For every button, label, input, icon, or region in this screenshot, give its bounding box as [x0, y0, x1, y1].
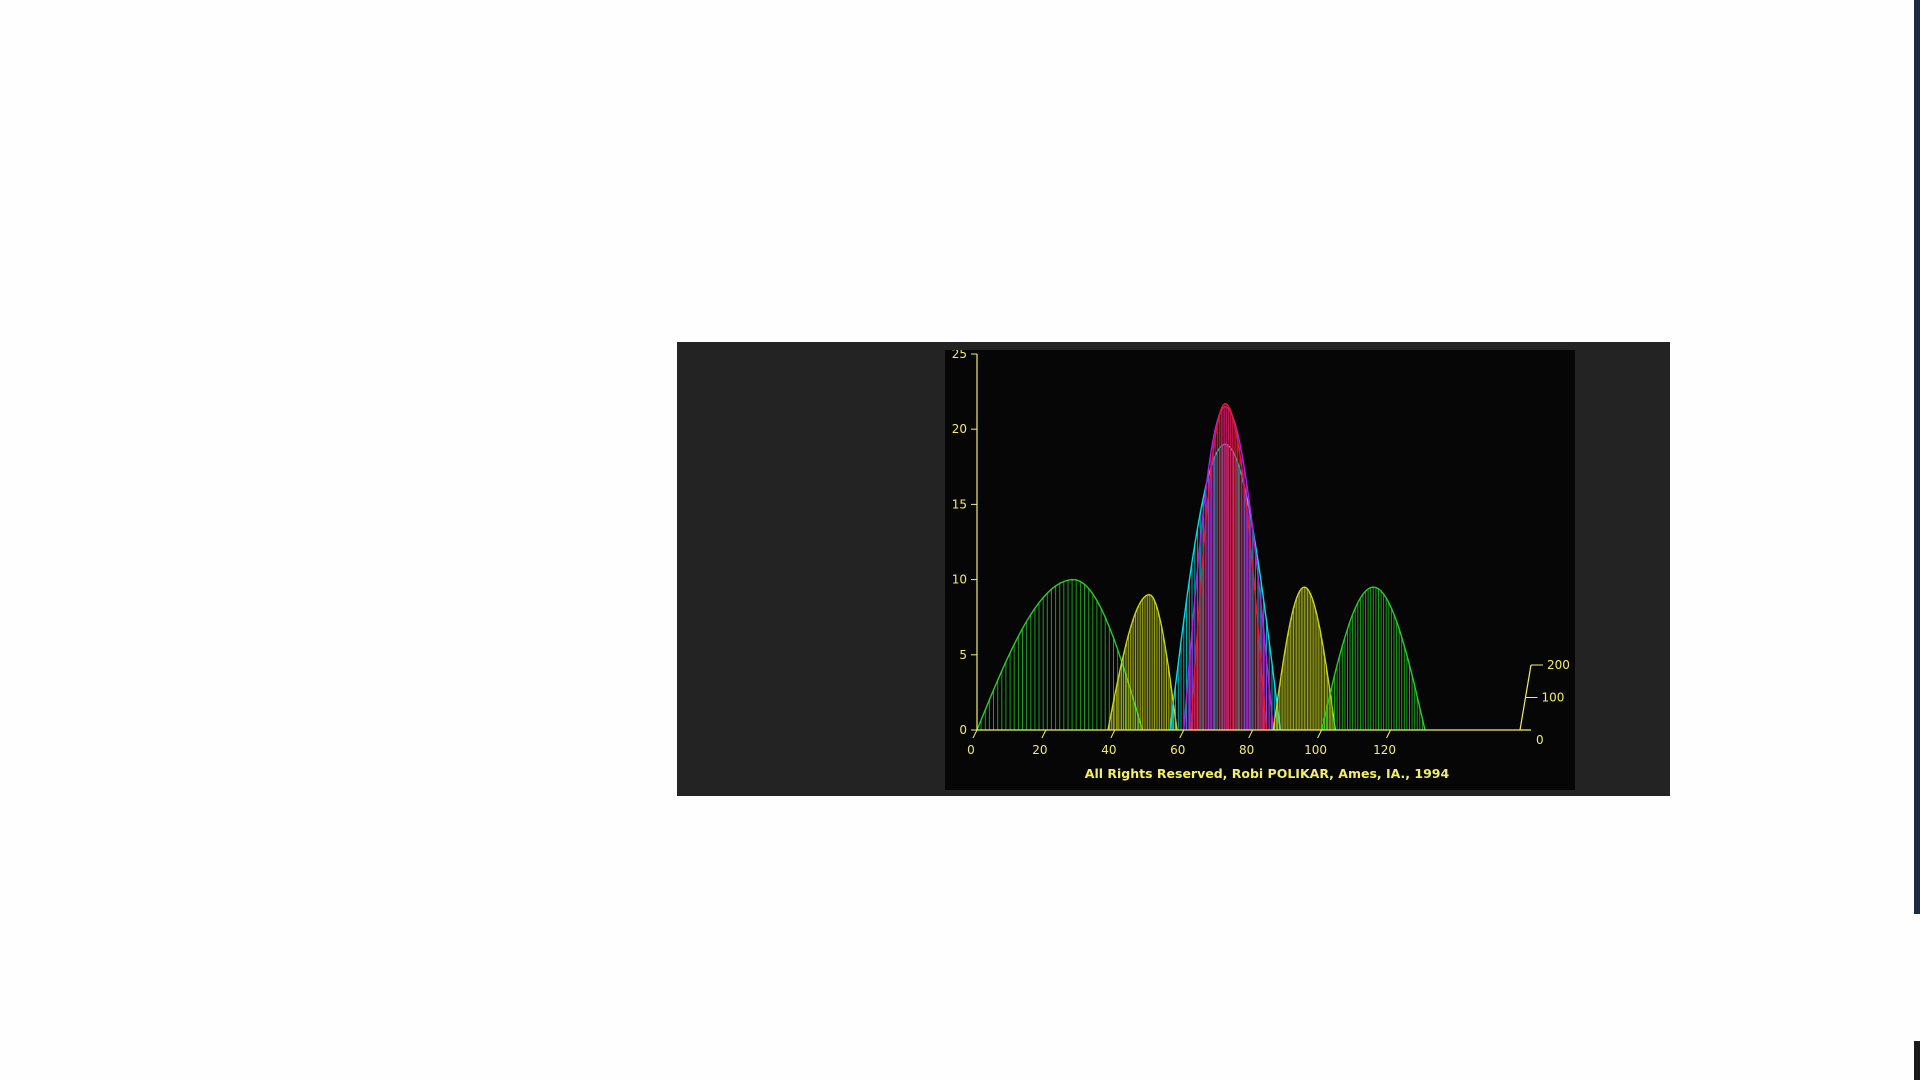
spectrum-plot-image: 0 5 10 15 20 25 0 20 40 60 80 100 120 0 100 200 All Rig… — [945, 350, 1575, 790]
x-tick-mark — [1041, 729, 1047, 739]
envelope-1 — [1107, 593, 1178, 731]
window-edge-bar — [1914, 0, 1920, 914]
z-tick-label: 200 — [1547, 658, 1570, 672]
z-tick-label: 100 — [1542, 691, 1565, 705]
x-tick-mark — [1110, 729, 1116, 739]
y-tick-label: 10 — [952, 573, 967, 587]
y-tick-label: 20 — [952, 422, 967, 436]
y-tick-label: 5 — [959, 648, 967, 662]
x-tick-label: 0 — [967, 743, 975, 757]
x-tick-mark — [1248, 729, 1254, 739]
x-tick-label: 120 — [1373, 743, 1396, 757]
x-tick-mark — [1317, 729, 1323, 739]
envelope-6 — [1320, 586, 1426, 731]
image-viewer: 0 5 10 15 20 25 0 20 40 60 80 100 120 0 100 200 All Rig… — [677, 342, 1670, 796]
window-edge-bar-bottom — [1914, 1041, 1920, 1080]
y-tick-label: 25 — [952, 350, 967, 361]
x-tick-mark — [1179, 729, 1185, 739]
z-tick-label: 0 — [1536, 733, 1544, 747]
x-tick-label: 40 — [1101, 743, 1116, 757]
waterfall-chart: 0 5 10 15 20 25 0 20 40 60 80 100 120 0 100 200 All Rig… — [952, 350, 1570, 781]
x-tick-label: 80 — [1239, 743, 1254, 757]
copyright-caption: All Rights Reserved, Robi POLIKAR, Ames,… — [1085, 766, 1450, 781]
x-tick-label: 100 — [1304, 743, 1327, 757]
x-tick-label: 20 — [1032, 743, 1047, 757]
x-tick-label: 60 — [1170, 743, 1185, 757]
y-tick-label: 15 — [952, 497, 967, 511]
x-tick-mark — [972, 729, 978, 739]
envelope-0 — [976, 578, 1144, 731]
y-tick-label: 0 — [959, 723, 967, 737]
x-tick-mark — [1386, 729, 1391, 739]
